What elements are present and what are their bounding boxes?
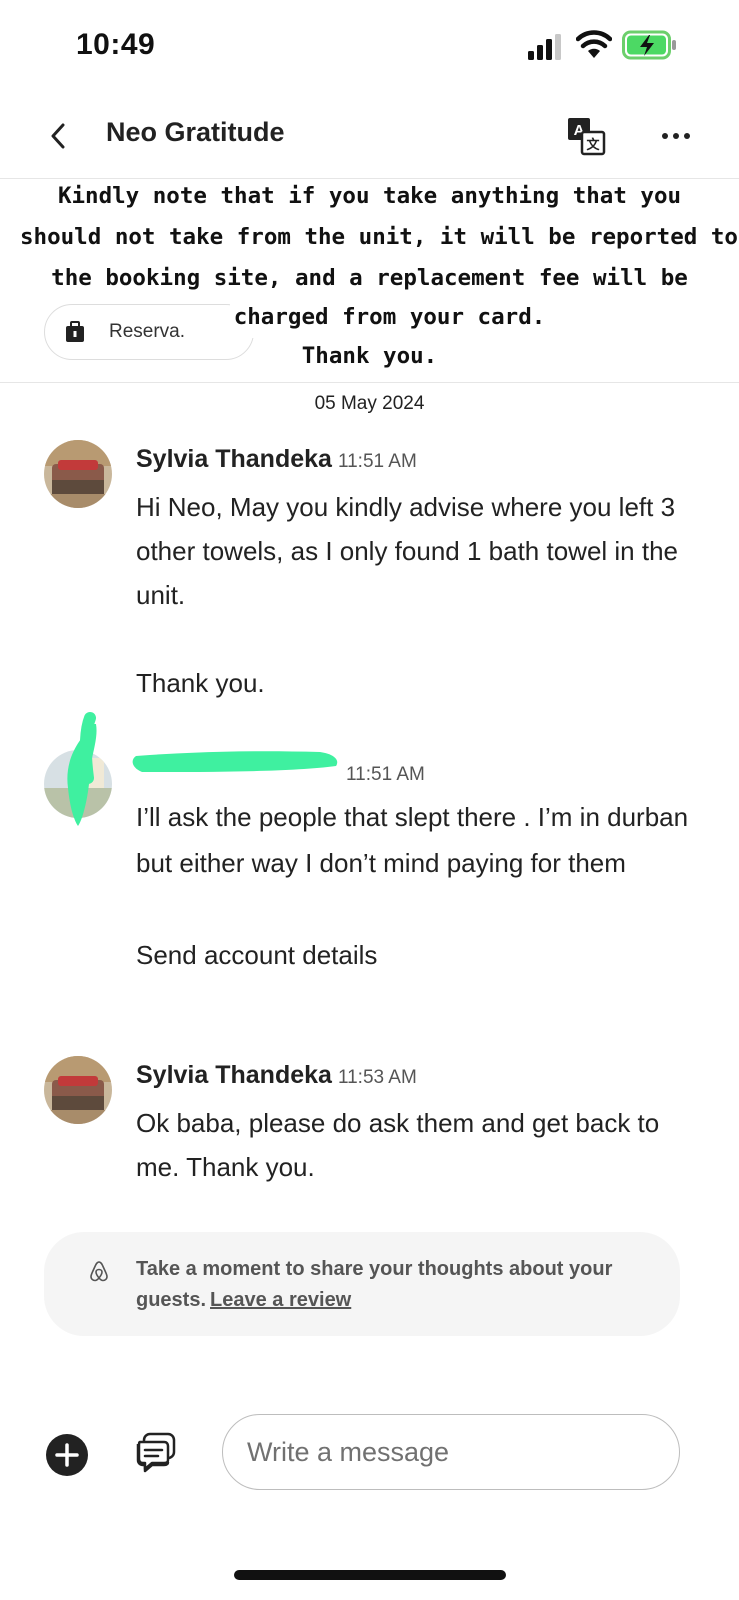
home-indicator [234, 1570, 506, 1580]
more-icon[interactable] [656, 116, 696, 156]
message-time: 11:51 AM [337, 451, 417, 472]
message-time: 11:51 AM [346, 764, 425, 785]
back-button[interactable] [38, 116, 78, 156]
date-separator: 05 May 2024 [314, 393, 425, 414]
conversation-title: Neo Gratitude [106, 117, 285, 147]
review-prompt-message: Take a moment to share your thoughts abo… [136, 1258, 613, 1311]
message-time: 11:53 AM [337, 1067, 417, 1088]
message-body: Hi Neo, May you kindly advise where you … [136, 492, 679, 698]
note-line: the booking site, and a replacement fee … [51, 265, 688, 291]
overlay-note: Kindly note that if you take anything th… [20, 176, 738, 381]
wifi-icon [576, 30, 612, 58]
sender-name: Sylvia Thandeka [136, 445, 332, 473]
note-line: should not take from the unit, it will b… [20, 224, 738, 250]
avatar[interactable] [44, 1056, 112, 1124]
note-line: charged from your card. [229, 297, 550, 338]
message-sender: Sylvia Thandeka 11:53 AM [136, 1061, 417, 1090]
status-bar: 10:49 [0, 0, 739, 100]
status-time: 10:49 [76, 28, 156, 61]
signal-icon [528, 34, 561, 60]
conversation-header: Neo Gratitude A 文 [0, 100, 739, 180]
message-sender: Sylvia Thandeka 11:51 AM [136, 445, 417, 474]
add-attachment-button[interactable] [46, 1434, 88, 1476]
plus-icon [55, 1443, 79, 1467]
sender-name: Sylvia Thandeka [136, 1061, 332, 1089]
airbnb-logo-icon [90, 1261, 108, 1282]
battery-charging-icon [622, 30, 676, 60]
message-body: Ok baba, please do ask them and get back… [136, 1108, 660, 1182]
message-input[interactable] [222, 1414, 680, 1490]
review-prompt-text: Take a moment to share your thoughts abo… [136, 1254, 656, 1316]
note-line: Kindly note that if you take anything th… [57, 183, 682, 209]
section-divider [0, 382, 739, 383]
svg-text:文: 文 [586, 137, 600, 153]
avatar[interactable] [44, 440, 112, 508]
chevron-left-icon [51, 123, 65, 149]
quick-reply-icon[interactable] [134, 1430, 178, 1474]
leave-review-link[interactable]: Leave a review [210, 1289, 351, 1311]
message-body: I’ll ask the people that slept there . I… [136, 802, 689, 970]
review-prompt: Take a moment to share your thoughts abo… [44, 1232, 680, 1336]
note-line: Thank you. [301, 343, 438, 369]
translate-icon[interactable]: A 文 [566, 116, 606, 156]
